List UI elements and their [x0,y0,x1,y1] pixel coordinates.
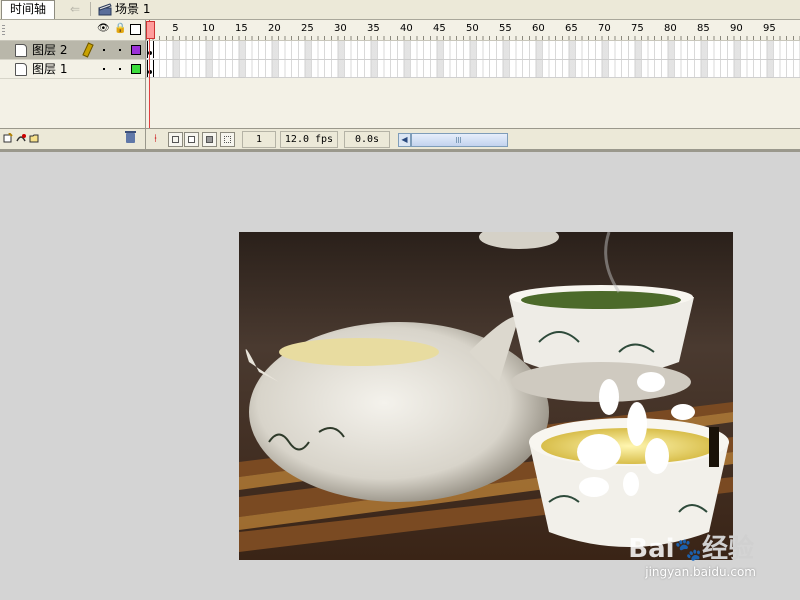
frame-ruler[interactable]: 15101520253035404550556065707580859095 [146,20,800,41]
insert-folder-icon[interactable] [29,133,39,143]
ruler-label: 25 [301,23,314,34]
ruler-label: 55 [499,23,512,34]
onion-skin-icon[interactable] [168,132,183,147]
eye-icon[interactable]: 👁 [97,23,110,34]
scene-clapper-icon [98,3,112,16]
tea-photo[interactable] [239,232,733,560]
watermark-brand: Bai [628,534,675,564]
playhead-handle[interactable] [146,21,155,39]
baidu-watermark: Bai🐾经验 [628,528,754,565]
visibility-dot[interactable] [103,49,105,51]
layers-column: 👁 🔒 图层 2 图层 1 [0,20,146,150]
insert-layer-icon[interactable] [3,133,13,143]
baidu-paw-icon: 🐾 [674,538,702,563]
ruler-ticks [146,36,800,40]
ruler-label: 70 [598,23,611,34]
layer-icon [15,44,27,57]
lock-dot[interactable] [119,49,121,51]
onion-skin-outlines-icon[interactable] [184,132,199,147]
layer-row-1[interactable]: 图层 1 [0,60,145,79]
trash-icon[interactable] [125,131,136,143]
ruler-label: 45 [433,23,446,34]
ruler-label: 30 [334,23,347,34]
ruler-label: 80 [664,23,677,34]
add-guide-layer-icon[interactable] [16,133,26,143]
scene-breadcrumb[interactable]: 场景 1 [115,0,150,18]
horizontal-scrollbar-thumb[interactable] [411,133,508,147]
ruler-label: 65 [565,23,578,34]
layer-icon [15,63,27,76]
ruler-label: 20 [268,23,281,34]
layer-name: 图层 2 [32,43,68,57]
ruler-label: 90 [730,23,743,34]
lock-icon[interactable]: 🔒 [114,23,126,34]
center-frame-icon[interactable]: ⍿ [149,132,162,145]
layer-row-2[interactable]: 图层 2 [0,41,145,60]
pencil-icon [82,42,94,58]
edit-multiple-frames-icon[interactable] [202,132,217,147]
watermark-suffix: 经验 [701,534,754,564]
ruler-label: 35 [367,23,380,34]
ruler-label: 5 [172,23,179,34]
elapsed-time-field: 0.0s [344,131,390,148]
layer-header: 👁 🔒 [0,20,145,41]
timeline-status-bar: ⍿ 1 12.0 fps 0.0s ◀ [146,128,800,150]
scroll-left-arrow-icon[interactable]: ◀ [398,133,411,147]
top-bar: 时间轴 ⇐ 场景 1 [0,0,800,20]
outline-toggle-icon[interactable] [130,24,141,35]
frame-row-divider [146,59,800,60]
visibility-dot[interactable] [103,68,105,70]
frame-row-divider [146,77,800,78]
frame-grid[interactable] [146,41,800,78]
layer-color-swatch[interactable] [131,45,141,55]
back-arrow-icon[interactable]: ⇐ [66,0,84,18]
toolbar-separator [90,2,91,16]
layer-controls [0,128,145,150]
modify-onion-markers-icon[interactable] [220,132,235,147]
current-frame-field: 1 [242,131,276,148]
ruler-label: 15 [235,23,248,34]
watermark-url: jingyan.baidu.com [645,565,756,579]
timeline-panel: 👁 🔒 图层 2 图层 1 1510152 [0,20,800,150]
tab-timeline[interactable]: 时间轴 [1,0,56,19]
ruler-label: 85 [697,23,710,34]
panel-divider[interactable] [0,149,800,152]
ruler-label: 95 [763,23,776,34]
ruler-label: 60 [532,23,545,34]
panel-grip-icon[interactable] [2,25,5,35]
ruler-label: 10 [202,23,215,34]
ruler-label: 75 [631,23,644,34]
ruler-label: 50 [466,23,479,34]
ruler-label: 40 [400,23,413,34]
layer-color-swatch[interactable] [131,64,141,74]
lock-dot[interactable] [119,68,121,70]
frames-area[interactable]: 15101520253035404550556065707580859095 ⍿… [146,20,800,150]
layer-name: 图层 1 [32,62,68,76]
frame-rate-field[interactable]: 12.0 fps [280,131,338,148]
